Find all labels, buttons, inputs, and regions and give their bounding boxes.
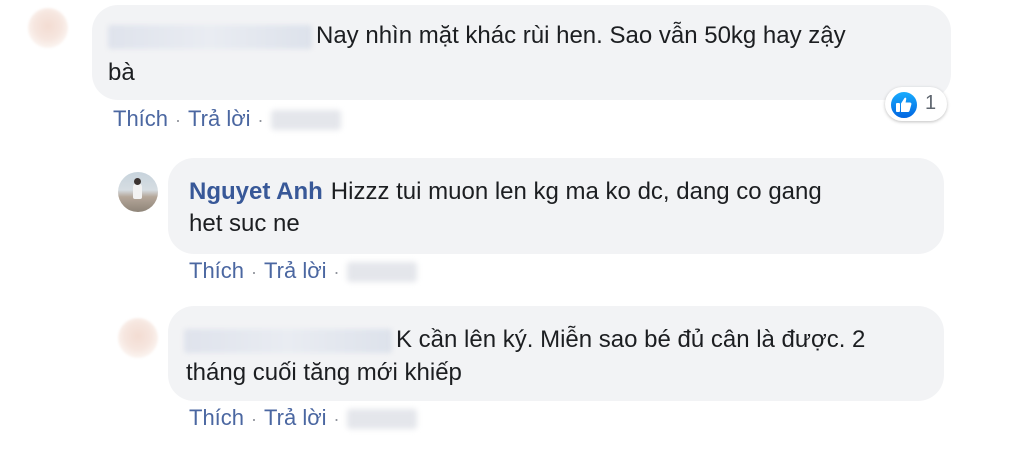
reply-text-line1: Hizzz tui muon len kg ma ko dc, dang co … <box>330 178 822 205</box>
comment-bubble: Nay nhìn mặt khác rùi hen. Sao vẫn 50kg … <box>92 5 951 100</box>
nguyet-anh-avatar[interactable] <box>118 172 158 212</box>
redacted-timestamp[interactable] <box>346 262 417 283</box>
like-link[interactable]: Thích <box>189 405 244 430</box>
separator-dot: · <box>257 110 264 130</box>
separator-dot: · <box>251 262 258 282</box>
reply-actions: Thích · Trả lời · <box>189 405 417 431</box>
reply-bubble: Nguyet Anh Hizzz tui muon len kg ma ko dc… <box>168 158 944 254</box>
comment-actions: Thích · Trả lời · <box>113 106 341 132</box>
like-link[interactable]: Thích <box>113 106 168 131</box>
reply-link[interactable]: Trả lời <box>188 106 251 131</box>
redacted-timestamp[interactable] <box>270 110 341 131</box>
like-icon <box>890 91 918 119</box>
redacted-timestamp[interactable] <box>346 409 417 430</box>
separator-dot: · <box>333 409 340 429</box>
commenter-avatar[interactable] <box>28 8 68 48</box>
avatar-head <box>134 178 141 185</box>
comment-text: Nay nhìn mặt khác rùi hen. Sao vẫn 50kg … <box>108 19 846 52</box>
reply-text-line2: tháng cuối tăng mới khiếp <box>186 359 462 386</box>
redacted-author-name[interactable] <box>108 24 312 49</box>
avatar-figure <box>133 183 142 199</box>
reply-bubble: K cần lên ký. Miễn sao bé đủ cân là được… <box>168 306 944 401</box>
comment-text-line2: bà <box>108 59 135 86</box>
author-name-link[interactable]: Nguyet Anh <box>189 178 323 205</box>
reply-link[interactable]: Trả lời <box>264 405 327 430</box>
reply-link[interactable]: Trả lời <box>264 258 327 283</box>
reply-text: Nguyet Anh Hizzz tui muon len kg ma ko dc… <box>189 175 822 208</box>
reply-text: K cần lên ký. Miễn sao bé đủ cân là được… <box>184 323 865 356</box>
separator-dot: · <box>333 262 340 282</box>
reply-text-line2: het suc ne <box>189 210 300 237</box>
redacted-author-name[interactable] <box>184 328 392 353</box>
reply-actions: Thích · Trả lời · <box>189 258 417 284</box>
commenter-avatar[interactable] <box>118 318 158 358</box>
like-link[interactable]: Thích <box>189 258 244 283</box>
separator-dot: · <box>175 110 182 130</box>
reaction-count: 1 <box>925 92 937 114</box>
comment-text-line1: Nay nhìn mặt khác rùi hen. Sao vẫn 50kg … <box>316 22 846 49</box>
reply-text-line1: K cần lên ký. Miễn sao bé đủ cân là được… <box>396 326 866 353</box>
reaction-summary[interactable]: 1 <box>885 87 947 121</box>
separator-dot: · <box>251 409 258 429</box>
